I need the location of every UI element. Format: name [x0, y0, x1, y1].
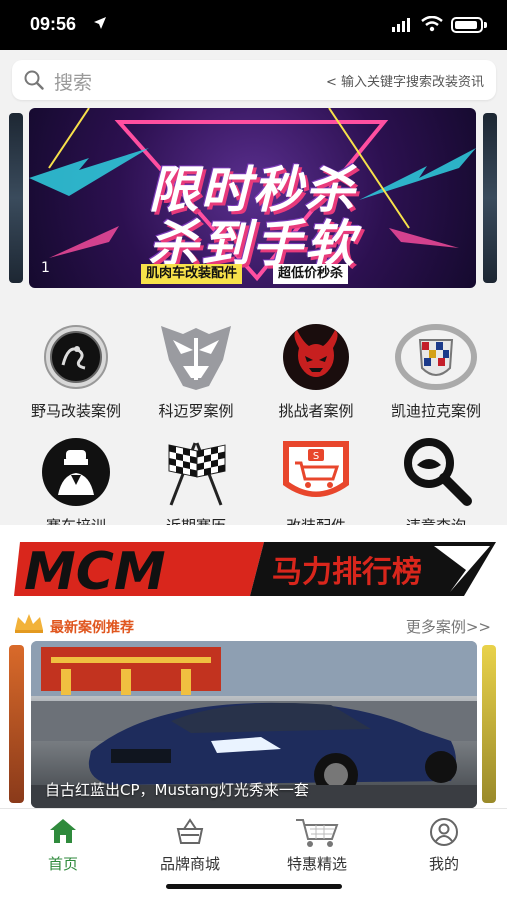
user-icon: [430, 818, 458, 846]
wifi-icon: [421, 16, 443, 32]
case-card-prev-peek[interactable]: [9, 645, 24, 803]
battery-icon: [451, 17, 483, 33]
banner-tag-price: 超低价秒杀: [273, 264, 349, 284]
magnifier-icon: [404, 438, 472, 506]
tab-special-deals[interactable]: 特惠精选: [254, 817, 380, 874]
battery-cap: [484, 22, 487, 28]
mcm-logo: MCM: [24, 542, 166, 598]
grid-item-cadillac[interactable]: 凯迪拉克案例: [373, 320, 499, 421]
app-screen: 09:56 搜索 < 输入关键字搜索改装资讯 限时秒杀 杀到手软 肌肉车改装配件…: [0, 0, 507, 900]
search-placeholder[interactable]: 搜索: [54, 68, 92, 95]
svg-text:S: S: [313, 451, 319, 462]
banner-prev-peek[interactable]: [9, 113, 23, 283]
grid-item-label: 挑战者案例: [278, 402, 354, 420]
grid-item-racing-training[interactable]: 赛车培训: [13, 435, 139, 536]
shopping-cart-icon: S: [283, 441, 349, 497]
tab-brand-mall[interactable]: 品牌商城: [127, 817, 253, 874]
search-icon: [24, 70, 44, 90]
grid-item-camaro[interactable]: 科迈罗案例: [133, 320, 259, 421]
mcm-horsepower-ranking-banner[interactable]: MCM 马力排行榜: [14, 540, 496, 598]
banner-headline-2: 杀到手软: [148, 215, 357, 273]
banner-next-peek[interactable]: [483, 113, 497, 283]
grid-item-label: 科迈罗案例: [158, 402, 234, 420]
status-bar: 09:56: [0, 0, 507, 50]
cart-icon: [296, 819, 339, 847]
grid-item-label: 野马改装案例: [30, 402, 121, 420]
tab-label: 我的: [428, 855, 459, 873]
tab-label: 特惠精选: [286, 855, 347, 873]
more-cases-link[interactable]: 更多案例>>: [406, 616, 491, 637]
grid-item-race-calendar[interactable]: 近期赛历: [133, 435, 259, 536]
home-icon: [50, 819, 76, 843]
recommend-title: 最新案例推荐: [50, 620, 134, 636]
case-card-next-peek[interactable]: [482, 645, 496, 803]
banner-tag-parts: 肌肉车改装配件: [141, 264, 243, 284]
location-arrow-icon: [94, 17, 106, 29]
search-hint: < 输入关键字搜索改装资讯: [325, 75, 484, 90]
driver-icon: [42, 438, 110, 506]
banner-index: 1: [41, 260, 50, 276]
crown-icon: [15, 614, 43, 633]
demon-logo-icon: [283, 324, 349, 390]
basket-icon: [176, 818, 204, 844]
cobra-logo-icon: [44, 325, 108, 389]
decepticon-logo-icon: [161, 326, 231, 390]
case-card[interactable]: 自古红蓝出CP，Mustang灯光秀来一套: [31, 641, 477, 808]
mcm-ranking-text: 马力排行榜: [272, 555, 422, 590]
promo-banner[interactable]: 限时秒杀 杀到手软 肌肉车改装配件 超低价秒杀 1: [29, 108, 476, 288]
grid-item-violation-query[interactable]: 违章查询: [373, 435, 499, 536]
signal-icon: [392, 18, 410, 32]
tab-label: 品牌商城: [159, 855, 220, 873]
status-time: 09:56: [30, 14, 77, 34]
grid-item-parts[interactable]: S 改装配件: [253, 435, 379, 536]
search-bar[interactable]: 搜索 < 输入关键字搜索改装资讯: [12, 60, 496, 100]
grid-item-challenger[interactable]: 挑战者案例: [253, 320, 379, 421]
tab-label: 首页: [47, 855, 78, 873]
grid-item-mustang[interactable]: 野马改装案例: [13, 320, 139, 421]
home-indicator[interactable]: [166, 884, 342, 889]
tab-my[interactable]: 我的: [381, 817, 507, 874]
cadillac-logo-icon: [395, 324, 477, 390]
checkered-flags-icon: [168, 442, 226, 506]
case-card-caption: 自古红蓝出CP，Mustang灯光秀来一套: [45, 781, 309, 799]
grid-item-label: 凯迪拉克案例: [390, 402, 481, 420]
tab-home[interactable]: 首页: [0, 817, 126, 874]
